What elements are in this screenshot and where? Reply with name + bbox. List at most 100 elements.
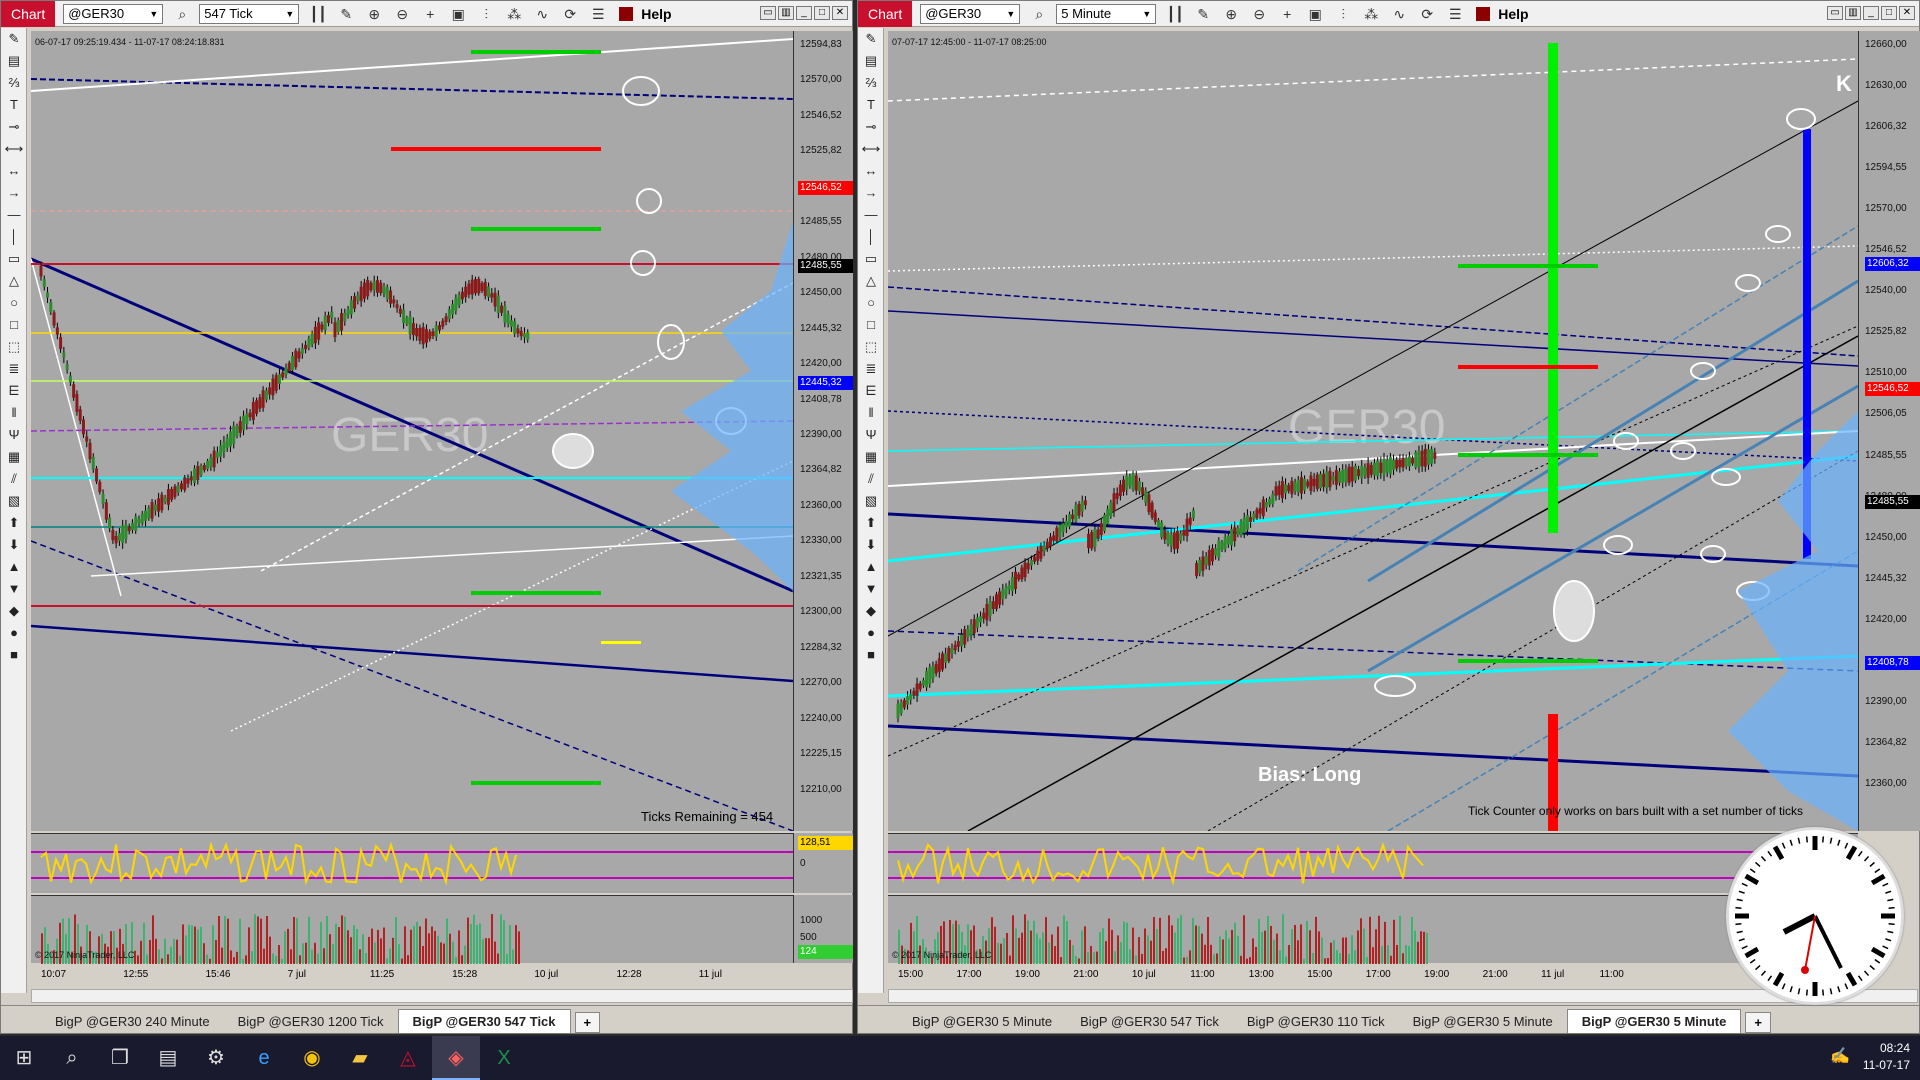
ellipse-drawing[interactable] bbox=[636, 188, 662, 214]
region-icon[interactable]: ⬚ bbox=[858, 336, 884, 358]
regression-channel-icon[interactable]: ▦ bbox=[1, 446, 27, 468]
oscillator-panel[interactable] bbox=[888, 833, 1858, 893]
regression-channel-icon[interactable]: ▦ bbox=[858, 446, 884, 468]
crosshair-icon[interactable]: + bbox=[421, 5, 439, 23]
channel-line[interactable] bbox=[1297, 225, 1859, 572]
app-icon[interactable]: ▤ bbox=[144, 1036, 192, 1080]
text-icon[interactable]: T bbox=[1, 94, 27, 116]
drawing-tool-icon[interactable]: ∿ bbox=[533, 5, 551, 23]
price-axis[interactable]: 12594,8312570,0012546,5212525,8212506,05… bbox=[793, 31, 853, 831]
triangle-icon[interactable]: △ bbox=[858, 270, 884, 292]
bar-type-icon[interactable]: ┃┃ bbox=[309, 5, 327, 23]
tab-1200-tick[interactable]: BigP @GER30 1200 Tick bbox=[224, 1010, 398, 1033]
reload-icon[interactable]: ⟳ bbox=[1418, 5, 1436, 23]
zoom-out-icon[interactable]: ⊖ bbox=[393, 5, 411, 23]
ellipse-drawing[interactable] bbox=[1553, 580, 1595, 642]
ray-icon[interactable]: ⟷ bbox=[858, 138, 884, 160]
minimize-icon[interactable]: _ bbox=[796, 6, 812, 20]
trend-line[interactable] bbox=[887, 310, 1859, 367]
interval-select[interactable]: 547 Tick ▼ bbox=[199, 3, 300, 24]
help-button[interactable]: Help bbox=[1476, 6, 1529, 22]
volume-panel[interactable]: © 2017 NinjaTrader, LLC bbox=[888, 895, 1858, 964]
arrow-up-icon[interactable]: ⬆ bbox=[858, 512, 884, 534]
diamond-icon[interactable]: ◆ bbox=[858, 600, 884, 622]
trend-line[interactable] bbox=[30, 624, 794, 683]
chart-menu-button[interactable]: Chart bbox=[1, 0, 56, 27]
search-icon[interactable]: ⌕ bbox=[1030, 5, 1048, 23]
extended-line-icon[interactable]: ↔ bbox=[1, 160, 27, 182]
zoom-out-icon[interactable]: ⊖ bbox=[1250, 5, 1268, 23]
trend-line[interactable] bbox=[30, 257, 794, 593]
ellipse-icon[interactable]: ○ bbox=[858, 292, 884, 314]
zoom-in-icon[interactable]: ⊕ bbox=[365, 5, 383, 23]
dot-icon[interactable]: ● bbox=[1, 622, 27, 644]
triangle-down-icon[interactable]: ▼ bbox=[858, 578, 884, 600]
oscillator-panel[interactable] bbox=[31, 833, 793, 893]
list-icon[interactable]: ☰ bbox=[1446, 5, 1464, 23]
ruler-icon[interactable]: ▤ bbox=[1, 50, 27, 72]
trend-line[interactable] bbox=[30, 540, 794, 832]
excel-icon[interactable]: X bbox=[480, 1036, 528, 1080]
rectangle-icon[interactable]: ▭ bbox=[1, 248, 27, 270]
andrews-pitchfork-icon[interactable]: Ψ bbox=[1, 424, 27, 446]
region-icon[interactable]: ⬚ bbox=[1, 336, 27, 358]
list-icon[interactable]: ☰ bbox=[589, 5, 607, 23]
tab-110-tick[interactable]: BigP @GER30 110 Tick bbox=[1233, 1010, 1399, 1033]
vertical-line-icon[interactable]: │ bbox=[1, 226, 27, 248]
minimize-icon[interactable]: _ bbox=[1863, 6, 1879, 20]
search-icon[interactable]: ⌕ bbox=[173, 5, 191, 23]
bar-type-icon[interactable]: ┃┃ bbox=[1166, 5, 1184, 23]
tab-547-tick[interactable]: BigP @GER30 547 Tick bbox=[1066, 1010, 1233, 1033]
instrument-select[interactable]: @GER30 ▼ bbox=[63, 3, 164, 24]
tab-5-minute-2[interactable]: BigP @GER30 5 Minute bbox=[1399, 1010, 1567, 1033]
app-icon[interactable]: ⚙ bbox=[192, 1036, 240, 1080]
tab-547-tick[interactable]: BigP @GER30 547 Tick bbox=[397, 1009, 571, 1033]
interval-select[interactable]: 5 Minute ▼ bbox=[1056, 3, 1157, 24]
gann-fan-icon[interactable]: ⫽ bbox=[858, 468, 884, 490]
close-icon[interactable]: ✕ bbox=[832, 6, 848, 20]
reload-icon[interactable]: ⟳ bbox=[561, 5, 579, 23]
edge-icon[interactable]: e bbox=[240, 1036, 288, 1080]
search-icon[interactable]: ⌕ bbox=[48, 1036, 96, 1080]
indicators-icon[interactable]: ⫶ bbox=[477, 5, 495, 23]
system-clock[interactable]: 08:24 11-07-17 bbox=[1863, 1040, 1910, 1074]
ellipse-drawing[interactable] bbox=[657, 324, 685, 360]
strategies-icon[interactable]: ⁂ bbox=[505, 5, 523, 23]
trend-line[interactable] bbox=[30, 78, 794, 100]
tab-5-minute[interactable]: BigP @GER30 5 Minute bbox=[898, 1010, 1066, 1033]
arrow-down-icon[interactable]: ⬇ bbox=[1, 534, 27, 556]
risk-reward-icon[interactable]: ⅔ bbox=[858, 72, 884, 94]
trend-line[interactable] bbox=[887, 724, 1859, 778]
square-marker-icon[interactable]: ■ bbox=[858, 644, 884, 666]
fib-retracement-icon[interactable]: ≣ bbox=[1, 358, 27, 380]
triangle-down-icon[interactable]: ▼ bbox=[1, 578, 27, 600]
price-panel[interactable]: 07-07-17 12:45:00 - 11-07-17 08:25:00 GE… bbox=[887, 31, 1859, 832]
add-tab-button[interactable]: + bbox=[1745, 1012, 1771, 1033]
support-line[interactable] bbox=[887, 654, 1859, 698]
arrow-line-icon[interactable]: → bbox=[1, 182, 27, 204]
trend-channel-icon[interactable]: ▧ bbox=[1, 490, 27, 512]
ninjatrader-charts-icon[interactable]: ◈ bbox=[432, 1036, 480, 1080]
ellipse-icon[interactable]: ○ bbox=[1, 292, 27, 314]
extended-line-icon[interactable]: ↔ bbox=[858, 160, 884, 182]
ellipse-drawing[interactable] bbox=[1603, 535, 1633, 555]
chart-menu-button[interactable]: Chart bbox=[858, 0, 913, 27]
crosshair-icon[interactable]: + bbox=[1278, 5, 1296, 23]
ray-icon[interactable]: ⟷ bbox=[1, 138, 27, 160]
help-button[interactable]: Help bbox=[619, 6, 672, 22]
price-axis[interactable]: 12660,00 12630,00 12606,32 12594,55 12570,00… bbox=[1858, 31, 1920, 831]
line-icon[interactable]: ⊸ bbox=[1, 116, 27, 138]
file-explorer-icon[interactable]: ▰ bbox=[336, 1036, 384, 1080]
time-axis[interactable]: 15:00 17:00 19:00 21:00 10 jul 11:00 13:00 15:0… bbox=[888, 965, 1858, 987]
gann-fan-icon[interactable]: ⫽ bbox=[1, 468, 27, 490]
trend-line[interactable] bbox=[887, 58, 1859, 102]
ellipse-drawing[interactable] bbox=[1374, 675, 1416, 697]
andrews-pitchfork-icon[interactable]: Ψ bbox=[858, 424, 884, 446]
maximize-icon[interactable]: □ bbox=[814, 6, 830, 20]
volume-panel[interactable]: © 2017 NinjaTrader, LLC bbox=[31, 895, 793, 964]
square-icon[interactable]: □ bbox=[1, 314, 27, 336]
square-marker-icon[interactable]: ■ bbox=[1, 644, 27, 666]
chrome-icon[interactable]: ◉ bbox=[288, 1036, 336, 1080]
ellipse-drawing[interactable] bbox=[1765, 225, 1791, 243]
properties-icon[interactable]: ▣ bbox=[449, 5, 467, 23]
